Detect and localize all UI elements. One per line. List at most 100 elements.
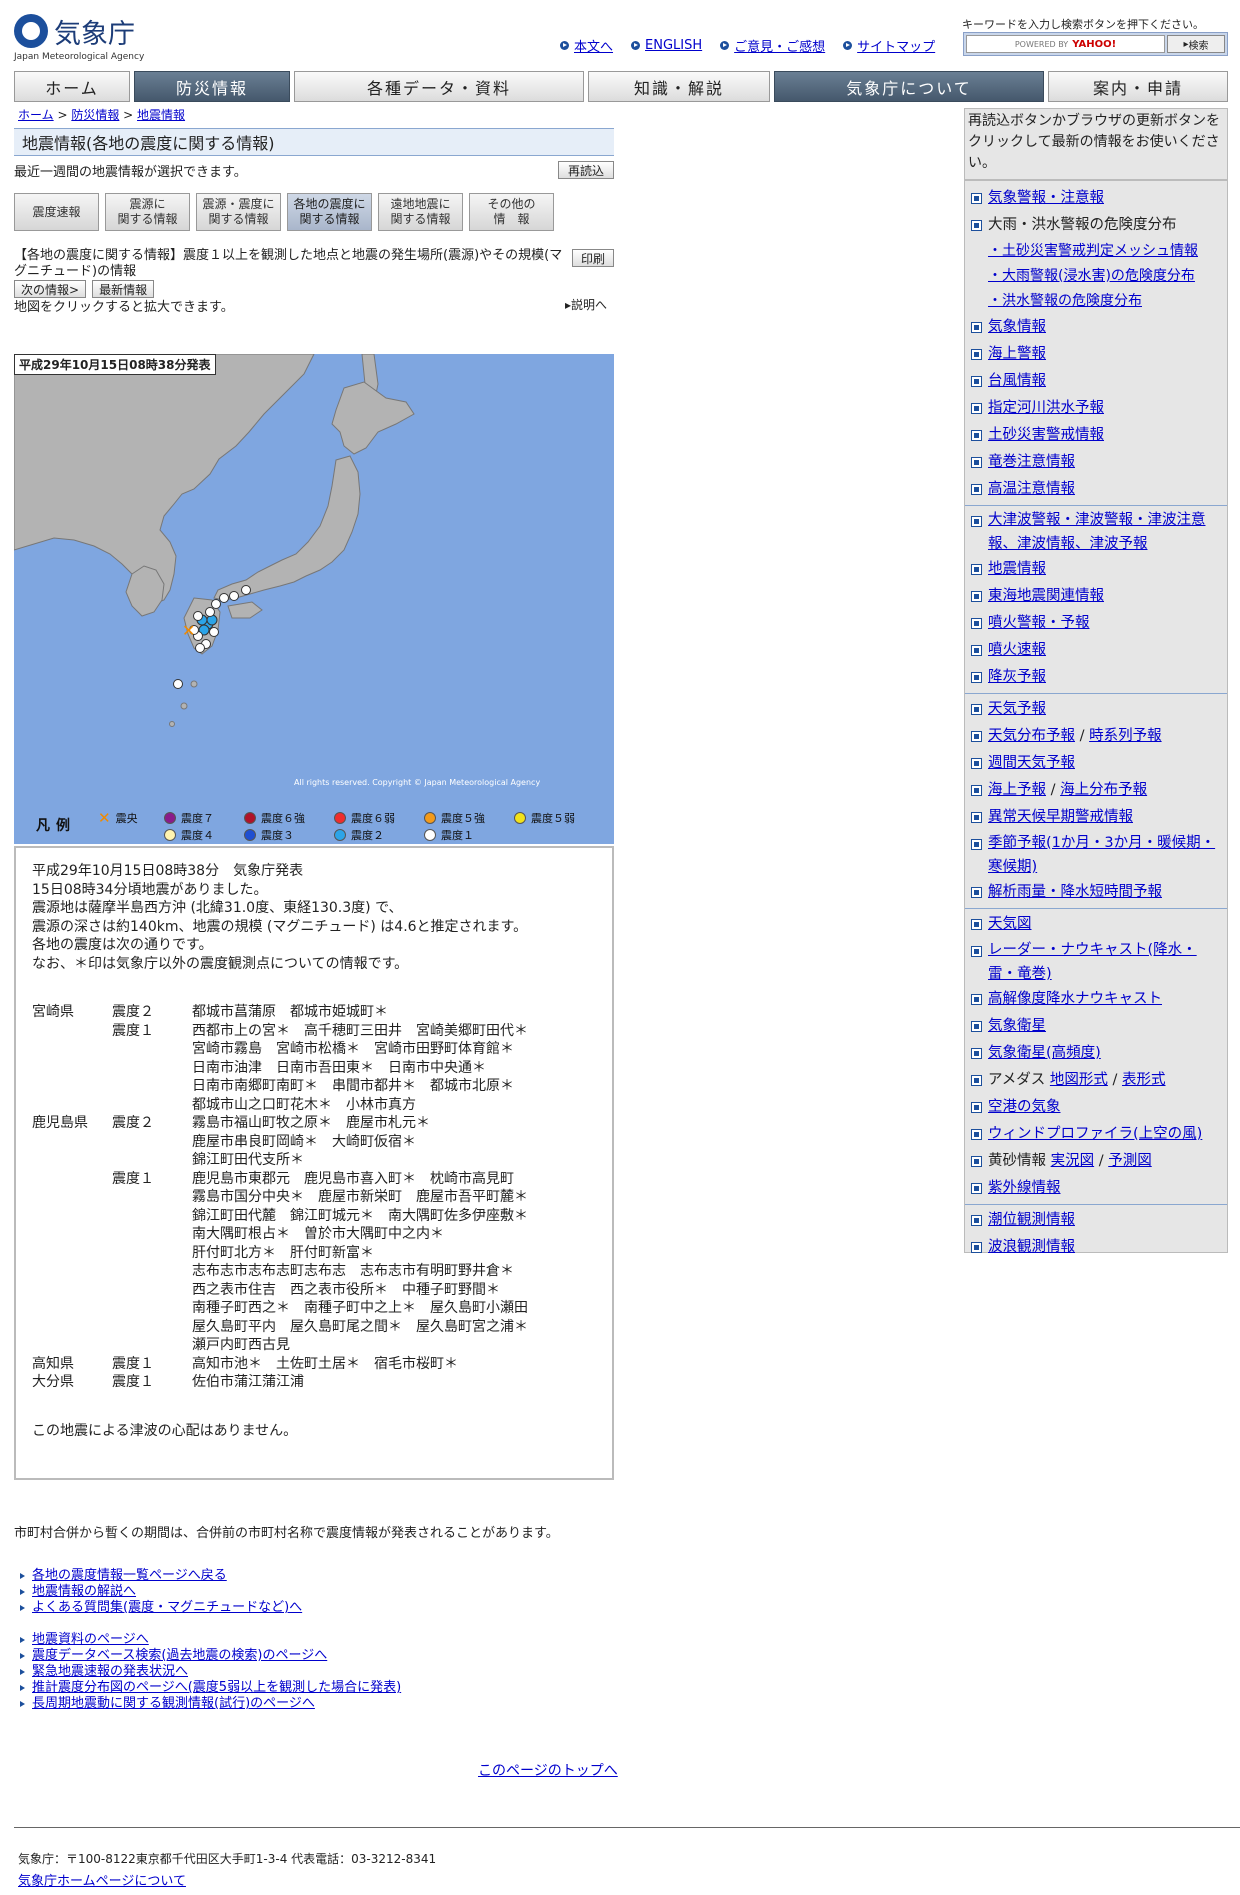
sidebar-item-link[interactable]: 噴火警報・予報: [988, 615, 1090, 631]
sidebar-item-link[interactable]: レーダー・ナウキャスト(降水・雷・竜巻): [988, 942, 1197, 982]
search-button[interactable]: ▸ 検索: [1167, 35, 1225, 53]
nav-disaster-info[interactable]: 防災情報: [134, 71, 290, 102]
sidebar-item[interactable]: 季節予報(1か月・3か月・暖候期・寒候期): [968, 831, 1224, 879]
link-eew[interactable]: 緊急地震速報の発表状況へ: [18, 1664, 401, 1680]
sidebar-item-link[interactable]: 海上警報: [988, 346, 1046, 362]
sidebar-item-link[interactable]: 高解像度降水ナウキャスト: [988, 991, 1162, 1007]
sidebar-item[interactable]: 空港の気象: [968, 1094, 1224, 1121]
sidebar-item[interactable]: 高解像度降水ナウキャスト: [968, 986, 1224, 1013]
sidebar-item-link[interactable]: 台風情報: [988, 373, 1046, 389]
tab-distant-earthquake[interactable]: 遠地地震に 関する情報: [378, 193, 463, 231]
tab-hypocenter[interactable]: 震源に 関する情報: [105, 193, 190, 231]
sidebar-subitem[interactable]: ・大雨警報(浸水害)の危険度分布: [988, 268, 1195, 284]
sidebar-item[interactable]: 降灰予報: [968, 664, 1224, 691]
intensity-1-marker[interactable]: [209, 627, 219, 637]
sidebar-subitem[interactable]: ・洪水警報の危険度分布: [988, 293, 1142, 309]
sidebar-item[interactable]: 異常天候早期警戒情報: [968, 804, 1224, 831]
sidebar-item-extra-link[interactable]: 地図形式: [1050, 1072, 1108, 1088]
sidebar-item-link[interactable]: 異常天候早期警戒情報: [988, 809, 1133, 825]
link-long-period[interactable]: 長周期地震動に関する観測情報(試行)のページへ: [18, 1696, 401, 1712]
sidebar-item[interactable]: 気象情報: [968, 314, 1224, 341]
logo-text[interactable]: 気象庁: [54, 12, 135, 51]
top-link-english[interactable]: ENGLISH: [631, 36, 702, 55]
top-link-sitemap[interactable]: サイトマップ: [843, 36, 935, 55]
nav-home[interactable]: ホーム: [14, 71, 130, 102]
epicenter-icon[interactable]: ✕: [182, 621, 195, 640]
explain-link[interactable]: ▸説明へ: [565, 296, 607, 313]
intensity-1-marker[interactable]: [195, 643, 205, 653]
sidebar-item[interactable]: レーダー・ナウキャスト(降水・雷・竜巻): [968, 938, 1224, 986]
page-top-link[interactable]: このページのトップへ: [478, 1760, 618, 1780]
sidebar-item-link[interactable]: 竜巻注意情報: [988, 454, 1075, 470]
sidebar-item-link[interactable]: ウィンドプロファイラ(上空の風): [988, 1126, 1202, 1142]
footer-about-link[interactable]: 気象庁ホームページについて: [18, 1870, 186, 1889]
print-button[interactable]: 印刷: [572, 249, 614, 267]
sidebar-item-link[interactable]: 気象情報: [988, 319, 1046, 335]
intensity-1-marker[interactable]: [219, 593, 229, 603]
sidebar-item-link[interactable]: 気象警報・注意報: [988, 190, 1104, 206]
sidebar-item-link[interactable]: 地震情報: [988, 561, 1046, 577]
sidebar-item[interactable]: 土砂災害警戒情報: [968, 422, 1224, 449]
sidebar-item[interactable]: 台風情報: [968, 368, 1224, 395]
sidebar-item[interactable]: 天気分布予報 / 時系列予報: [968, 723, 1224, 750]
sidebar-item[interactable]: 天気予報: [968, 696, 1224, 723]
sidebar-item-link[interactable]: 紫外線情報: [988, 1180, 1061, 1196]
sidebar-item[interactable]: 地震情報: [968, 556, 1224, 583]
sidebar-item-link[interactable]: 空港の気象: [988, 1099, 1061, 1115]
link-faq[interactable]: よくある質問集(震度・マグニチュードなど)へ: [18, 1600, 302, 1616]
tab-hypocenter-intensity[interactable]: 震源・震度に 関する情報: [196, 193, 281, 231]
link-database[interactable]: 震度データベース検索(過去地震の検索)のページへ: [18, 1648, 401, 1664]
sidebar-item[interactable]: 大津波警報・津波警報・津波注意報、津波情報、津波予報: [968, 508, 1224, 556]
jma-logo-icon[interactable]: [14, 14, 48, 48]
sidebar-item-link[interactable]: 波浪観測情報: [988, 1239, 1075, 1255]
sidebar-item-link[interactable]: 気象衛星: [988, 1018, 1046, 1034]
nav-knowledge[interactable]: 知識・解説: [588, 71, 770, 102]
sidebar-item-link[interactable]: 噴火速報: [988, 642, 1046, 658]
sidebar-item-link[interactable]: 土砂災害警戒情報: [988, 427, 1104, 443]
tab-other[interactable]: その他の 情 報: [469, 193, 554, 231]
sidebar-item-link[interactable]: 大津波警報・津波警報・津波注意報、津波情報、津波予報: [988, 512, 1206, 552]
sidebar-item[interactable]: 天気図: [968, 911, 1224, 938]
link-explanation[interactable]: 地震情報の解説へ: [18, 1584, 302, 1600]
sidebar-item[interactable]: 解析雨量・降水短時間予報: [968, 879, 1224, 906]
intensity-1-marker[interactable]: [173, 679, 183, 689]
sidebar-item[interactable]: 海上警報: [968, 341, 1224, 368]
sidebar-item[interactable]: 潮位観測情報: [968, 1207, 1224, 1234]
sidebar-item-link[interactable]: 解析雨量・降水短時間予報: [988, 884, 1162, 900]
sidebar-item[interactable]: 紫外線情報: [968, 1175, 1224, 1202]
breadcrumb-earthquake[interactable]: 地震情報: [137, 108, 185, 122]
sidebar-item-link[interactable]: 高温注意情報: [988, 481, 1075, 497]
link-data-page[interactable]: 地震資料のページへ: [18, 1632, 401, 1648]
search-input[interactable]: POWERED BY YAHOO!: [966, 35, 1165, 53]
sidebar-item[interactable]: 高温注意情報: [968, 476, 1224, 503]
intensity-map[interactable]: ✕ 平成29年10月15日08時38分発表 All rights reserve…: [14, 354, 614, 844]
sidebar-item[interactable]: 気象警報・注意報: [968, 185, 1224, 212]
nav-guide[interactable]: 案内・申請: [1048, 71, 1228, 102]
sidebar-item-extra-link[interactable]: 海上分布予報: [1060, 782, 1147, 798]
top-link-main[interactable]: 本文へ: [560, 36, 613, 55]
sidebar-item[interactable]: 竜巻注意情報: [968, 449, 1224, 476]
sidebar-item-extra-link[interactable]: 実況図: [1051, 1153, 1095, 1169]
breadcrumb-home[interactable]: ホーム: [18, 108, 54, 122]
sidebar-item[interactable]: 指定河川洪水予報: [968, 395, 1224, 422]
sidebar-item[interactable]: 波浪観測情報: [968, 1234, 1224, 1261]
top-link-feedback[interactable]: ご意見・ご感想: [720, 36, 825, 55]
nav-about[interactable]: 気象庁について: [774, 71, 1044, 102]
sidebar-item-link[interactable]: 天気分布予報: [988, 728, 1075, 744]
sidebar-item[interactable]: 気象衛星: [968, 1013, 1224, 1040]
sidebar-item-link[interactable]: 天気予報: [988, 701, 1046, 717]
sidebar-item[interactable]: 週間天気予報: [968, 750, 1224, 777]
intensity-1-marker[interactable]: [193, 611, 203, 621]
sidebar-item[interactable]: 東海地震関連情報: [968, 583, 1224, 610]
sidebar-item[interactable]: 噴火警報・予報: [968, 610, 1224, 637]
sidebar-item[interactable]: 気象衛星(高頻度): [968, 1040, 1224, 1067]
tab-regional-intensity[interactable]: 各地の震度に 関する情報: [287, 193, 372, 231]
sidebar-item-link[interactable]: 天気図: [988, 916, 1032, 932]
sidebar-item[interactable]: ウィンドプロファイラ(上空の風): [968, 1121, 1224, 1148]
sidebar-item-link[interactable]: 指定河川洪水予報: [988, 400, 1104, 416]
nav-data[interactable]: 各種データ・資料: [294, 71, 584, 102]
sidebar-item-link[interactable]: 気象衛星(高頻度): [988, 1045, 1101, 1061]
sidebar-item-extra-link[interactable]: 予測図: [1108, 1153, 1152, 1169]
sidebar-item-extra-link[interactable]: 表形式: [1122, 1072, 1166, 1088]
intensity-1-marker[interactable]: [241, 585, 251, 595]
